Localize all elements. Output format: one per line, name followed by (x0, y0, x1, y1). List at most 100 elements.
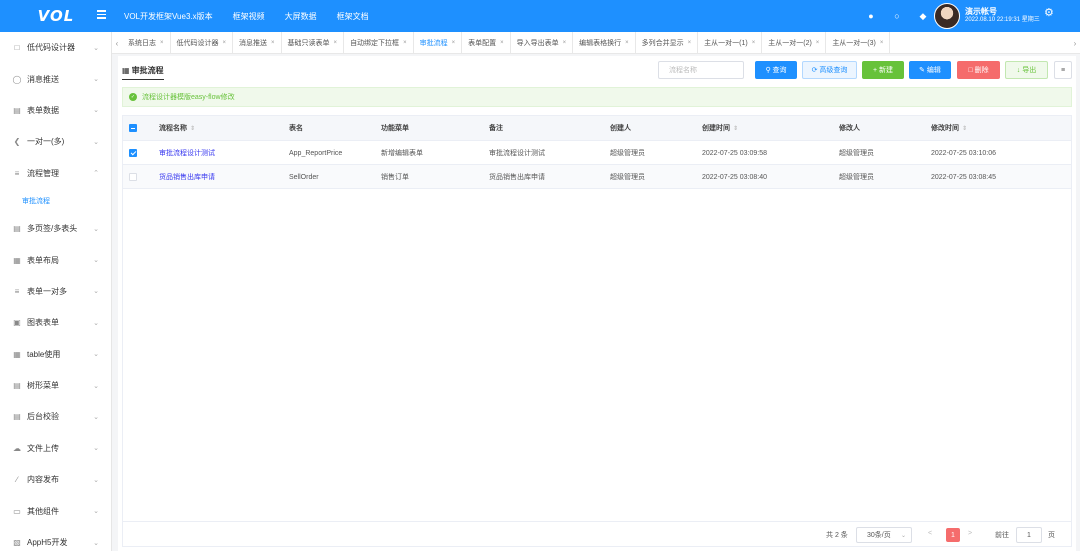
table-row[interactable]: 货品销售出库申请 SellOrder 销售订单 货品销售出库申请 超级管理员 2022-0… (123, 165, 1071, 189)
prev-page-icon[interactable]: < (928, 530, 932, 537)
export-button[interactable]: ↓ 导出 (1005, 61, 1048, 79)
sidebar-item[interactable]: □ 低代码设计器 ⌄ (0, 32, 111, 63)
sidebar-item[interactable]: ≡ 表单一对多 ⌄ (0, 276, 111, 307)
tab-label: 主从一对一(2) (768, 40, 812, 47)
column-header[interactable]: 修改时间 ⇕ (931, 125, 967, 132)
sidebar-item[interactable]: ▤ 树形菜单 ⌄ (0, 370, 111, 401)
close-icon[interactable]: × (160, 40, 164, 46)
tab[interactable]: 主从一对一(3) × (826, 32, 891, 53)
table-row[interactable]: 审批流程设计测试 App_ReportPrice 新增编辑表单 审批流程设计测试 超级管… (123, 141, 1071, 165)
tab[interactable]: 编辑表格换行 × (573, 32, 636, 53)
sort-icon[interactable]: ⇕ (962, 126, 967, 132)
avatar[interactable] (934, 3, 960, 29)
tabs-icon: ▤ (13, 224, 21, 234)
sidebar-item-label: table使用 (27, 349, 61, 359)
delete-label: 删除 (974, 67, 989, 74)
sidebar-item[interactable]: ◯ 消息推送 ⌄ (0, 63, 111, 94)
sidebar-item[interactable]: ∕ 内容发布 ⌄ (0, 464, 111, 495)
sidebar-item[interactable]: ▭ 其他组件 ⌄ (0, 495, 111, 526)
sidebar-item[interactable]: ▦ table使用 ⌄ (0, 339, 111, 370)
circle-icon[interactable]: ○ (892, 11, 902, 21)
sidebar-item[interactable]: ▤ 表单数据 ⌄ (0, 95, 111, 126)
gear-icon[interactable]: ⚙ (1044, 6, 1054, 19)
close-icon[interactable]: × (223, 40, 227, 46)
next-page-icon[interactable]: > (968, 530, 972, 537)
table-cell: 销售订单 (381, 174, 409, 181)
sort-icon[interactable]: ⇕ (190, 126, 195, 132)
advanced-label: 高级查询 (819, 67, 848, 74)
tab[interactable]: 导入导出表单 × (511, 32, 574, 53)
new-button[interactable]: + 新建 (862, 61, 904, 79)
nav-bigscreen[interactable]: 大屏数据 (285, 11, 317, 22)
tab[interactable]: 表单配置 × (462, 32, 511, 53)
edit-button[interactable]: ✎ 编辑 (909, 61, 951, 79)
table-cell[interactable]: 审批流程设计测试 (159, 150, 215, 157)
tab[interactable]: 低代码设计器 × (171, 32, 234, 53)
sidebar-item[interactable]: ▤ 后台校验 ⌄ (0, 401, 111, 432)
tab[interactable]: 主从一对一(2) × (762, 32, 827, 53)
tab[interactable]: 自动绑定下拉框 × (344, 32, 414, 53)
close-icon[interactable]: × (752, 40, 756, 46)
tabs-scroll-left-icon[interactable]: ‹ (112, 32, 122, 53)
page-size-value: 30条/页 (867, 532, 891, 539)
bell-icon[interactable]: ◆ (918, 11, 928, 22)
sidebar-item-label: 图表表单 (27, 318, 59, 328)
delete-button[interactable]: □ 删除 (957, 61, 1000, 79)
tab-label: 消息推送 (239, 40, 268, 47)
column-header[interactable]: 创建时间 ⇕ (702, 125, 738, 132)
user-icon[interactable]: ● (866, 11, 876, 21)
current-page[interactable]: 1 (946, 528, 960, 542)
query-button[interactable]: ⚲ 查询 (755, 61, 797, 79)
user-info[interactable]: 演示帐号 2022.08.10 22:19:31 星期三 (965, 7, 1040, 25)
sidebar-item[interactable]: ▤ 多页签/多表头 ⌄ (0, 213, 111, 244)
nav-docs[interactable]: 框架文档 (337, 11, 369, 22)
tab[interactable]: 多列合并显示 × (636, 32, 699, 53)
tab[interactable]: 主从一对一(1) × (698, 32, 763, 53)
tab[interactable]: 消息推送 × (233, 32, 282, 53)
sidebar-item[interactable]: ≡ 流程管理 ⌃ (0, 158, 111, 189)
more-menu-icon[interactable]: ≡ (1054, 61, 1072, 79)
sidebar-subitem-approval[interactable]: 审批流程 (0, 189, 111, 213)
content-panel: ▦审批流程 ⚲ 查询 ⟳ 高级查询 + 新建 ✎ 编辑 □ 删除 ↓ 导出 ≡ … (118, 56, 1076, 551)
close-icon[interactable]: × (880, 40, 884, 46)
nav-video[interactable]: 框架视频 (233, 11, 265, 22)
table-cell[interactable]: 货品销售出库申请 (159, 174, 215, 181)
tab[interactable]: 审批流程 × (414, 32, 463, 53)
sidebar-item[interactable]: ▧ AppH5开发 ⌄ (0, 527, 111, 551)
close-icon[interactable]: × (625, 40, 629, 46)
search-input[interactable] (658, 61, 744, 79)
goto-page-input[interactable] (1016, 527, 1042, 543)
info-alert: ✓ 流程设计器模版easy-flow修改 (122, 87, 1072, 107)
column-header[interactable]: 流程名称 ⇕ (159, 125, 195, 132)
advanced-query-button[interactable]: ⟳ 高级查询 (802, 61, 857, 79)
sidebar-item[interactable]: ▦ 表单布局 ⌄ (0, 244, 111, 275)
tab[interactable]: 系统日志 × (122, 32, 171, 53)
sidebar-item-label: 消息推送 (27, 74, 59, 84)
pagination: 共 2 条 30条/页 ⌄ < 1 > 前往 页 (122, 521, 1072, 547)
tabs-scroll-right-icon[interactable]: › (1070, 32, 1080, 53)
sliders-icon: ≡ (14, 168, 20, 178)
sidebar-item[interactable]: ▣ 图表表单 ⌄ (0, 307, 111, 338)
page-size-select[interactable]: 30条/页 ⌄ (856, 527, 912, 543)
sort-icon[interactable]: ⇕ (733, 126, 738, 132)
close-icon[interactable]: × (688, 40, 692, 46)
close-icon[interactable]: × (563, 40, 567, 46)
close-icon[interactable]: × (452, 40, 456, 46)
tab-label: 多列合并显示 (641, 40, 684, 47)
total-count: 共 2 条 (826, 532, 848, 539)
folder-icon: ▭ (13, 506, 21, 516)
sidebar-item[interactable]: ☁ 文件上传 ⌄ (0, 433, 111, 464)
select-all-checkbox[interactable] (129, 124, 137, 132)
close-icon[interactable]: × (500, 40, 504, 46)
close-icon[interactable]: × (816, 40, 820, 46)
row-checkbox[interactable] (129, 149, 137, 157)
nav-version[interactable]: VOL开发框架Vue3.x版本 (124, 11, 213, 22)
close-icon[interactable]: × (403, 40, 407, 46)
tab[interactable]: 基础只读表单 × (282, 32, 345, 53)
close-icon[interactable]: × (334, 40, 338, 46)
sidebar-item[interactable]: ❮ 一对一(多) ⌄ (0, 126, 111, 157)
row-checkbox[interactable] (129, 173, 137, 181)
chevron-down-icon: ⌄ (93, 508, 99, 516)
close-icon[interactable]: × (271, 40, 275, 46)
menu-toggle-icon[interactable] (97, 10, 106, 19)
